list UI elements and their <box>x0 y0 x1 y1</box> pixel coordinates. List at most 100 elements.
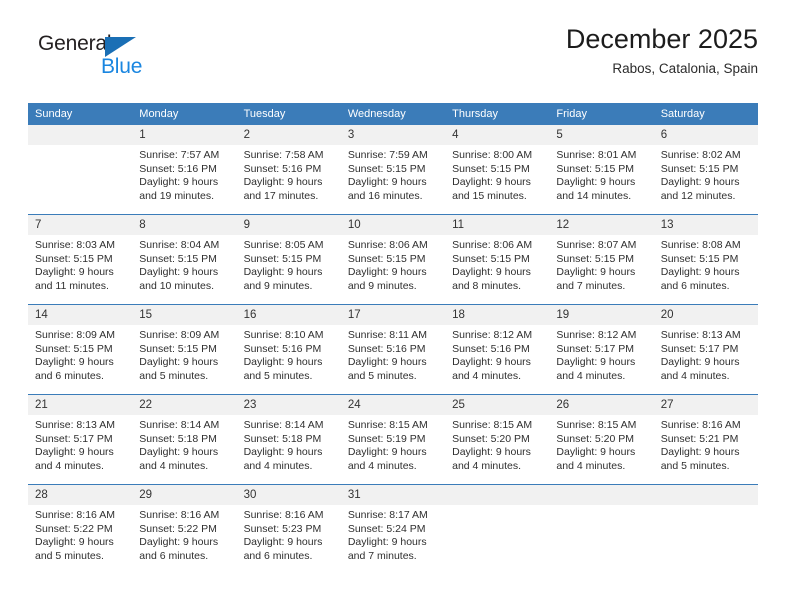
daylight-text-line2: and 5 minutes. <box>139 369 209 382</box>
day-details: Sunrise: 7:58 AM Sunset: 5:16 PM Daylight:… <box>237 145 341 203</box>
day-cell-inner: 11 Sunrise: 8:06 AM Sunset: 5:15 PM Dayligh… <box>445 215 550 304</box>
day-number: 30 <box>236 485 341 505</box>
calendar-day-cell[interactable]: 5 Sunrise: 8:01 AM Sunset: 5:15 PM Daylight… <box>549 125 654 215</box>
calendar-page: General Blue December 2025 Rabos, Catalo… <box>0 0 792 612</box>
calendar-day-cell[interactable]: 29 Sunrise: 8:16 AM Sunset: 5:22 PM Dayligh… <box>132 484 237 574</box>
calendar-day-cell[interactable]: 9 Sunrise: 8:05 AM Sunset: 5:15 PM Daylight… <box>236 214 341 305</box>
daylight-text-line1: Daylight: 9 hours <box>347 266 427 279</box>
calendar-day-cell[interactable]: 17 Sunrise: 8:11 AM Sunset: 5:16 PM Dayligh… <box>340 304 446 395</box>
calendar-day-cell[interactable]: 13 Sunrise: 8:08 AM Sunset: 5:15 PM Dayligh… <box>653 214 758 305</box>
calendar-day-cell[interactable]: 8 Sunrise: 8:04 AM Sunset: 5:15 PM Daylight… <box>132 214 237 305</box>
day-cell-inner: 28 Sunrise: 8:16 AM Sunset: 5:22 PM Dayligh… <box>28 485 133 574</box>
day-number: 3 <box>340 125 446 145</box>
day-cell-inner: 19 Sunrise: 8:12 AM Sunset: 5:17 PM Dayligh… <box>549 305 654 394</box>
day-cell-inner: 24 Sunrise: 8:15 AM Sunset: 5:19 PM Dayligh… <box>340 395 446 484</box>
daylight-text-line2: and 4 minutes. <box>243 459 313 472</box>
calendar-day-cell[interactable]: 28 Sunrise: 8:16 AM Sunset: 5:22 PM Dayligh… <box>28 484 133 574</box>
calendar-day-cell[interactable]: 6 Sunrise: 8:02 AM Sunset: 5:15 PM Daylight… <box>653 125 758 215</box>
calendar-day-cell[interactable]: 19 Sunrise: 8:12 AM Sunset: 5:17 PM Dayligh… <box>549 304 654 395</box>
sunset-text: Sunset: 5:15 PM <box>347 162 426 175</box>
sunset-text: Sunset: 5:20 PM <box>556 432 635 445</box>
calendar-day-cell <box>445 484 550 574</box>
day-number <box>653 485 758 505</box>
daylight-text-line2: and 10 minutes. <box>139 279 214 292</box>
sunrise-text: Sunrise: 8:10 AM <box>243 329 324 341</box>
calendar-day-cell[interactable]: 20 Sunrise: 8:13 AM Sunset: 5:17 PM Dayligh… <box>653 304 758 395</box>
day-cell-inner: 14 Sunrise: 8:09 AM Sunset: 5:15 PM Dayligh… <box>28 305 133 394</box>
calendar-day-cell[interactable]: 26 Sunrise: 8:15 AM Sunset: 5:20 PM Dayligh… <box>549 394 654 485</box>
sunset-text: Sunset: 5:15 PM <box>452 252 530 265</box>
generalblue-logo[interactable]: General Blue <box>38 32 218 88</box>
day-details: Sunrise: 8:09 AM Sunset: 5:15 PM Daylight:… <box>28 325 132 383</box>
day-number: 23 <box>236 395 341 415</box>
daylight-text-line1: Daylight: 9 hours <box>660 266 740 279</box>
sunset-text: Sunset: 5:19 PM <box>347 432 426 445</box>
sunrise-text: Sunrise: 8:09 AM <box>139 329 220 341</box>
daylight-text-line2: and 15 minutes. <box>452 189 527 202</box>
day-details: Sunrise: 8:16 AM Sunset: 5:21 PM Daylight:… <box>654 415 758 473</box>
calendar-day-cell[interactable]: 12 Sunrise: 8:07 AM Sunset: 5:15 PM Dayligh… <box>549 214 654 305</box>
sunrise-text: Sunrise: 8:12 AM <box>452 329 533 341</box>
day-number: 20 <box>653 305 758 325</box>
day-details: Sunrise: 8:13 AM Sunset: 5:17 PM Daylight:… <box>28 415 132 473</box>
calendar-day-cell[interactable]: 21 Sunrise: 8:13 AM Sunset: 5:17 PM Dayligh… <box>28 394 133 485</box>
day-cell-inner: 9 Sunrise: 8:05 AM Sunset: 5:15 PM Daylight… <box>236 215 341 304</box>
daylight-text-line1: Daylight: 9 hours <box>452 356 531 369</box>
day-number: 22 <box>132 395 237 415</box>
sunset-text: Sunset: 5:15 PM <box>452 162 530 175</box>
calendar-day-cell[interactable]: 15 Sunrise: 8:09 AM Sunset: 5:15 PM Dayligh… <box>132 304 237 395</box>
weekday-header-sunday: Sunday <box>28 103 133 125</box>
day-number: 1 <box>132 125 237 145</box>
calendar-day-cell[interactable]: 24 Sunrise: 8:15 AM Sunset: 5:19 PM Dayligh… <box>340 394 446 485</box>
daylight-text-line2: and 14 minutes. <box>556 189 632 202</box>
sunrise-text: Sunrise: 8:17 AM <box>347 509 428 521</box>
calendar-day-cell[interactable]: 11 Sunrise: 8:06 AM Sunset: 5:15 PM Dayligh… <box>445 214 550 305</box>
weekday-header-monday: Monday <box>132 103 237 125</box>
calendar-day-cell[interactable]: 4 Sunrise: 8:00 AM Sunset: 5:15 PM Daylight… <box>445 125 550 215</box>
calendar-day-cell[interactable]: 1 Sunrise: 7:57 AM Sunset: 5:16 PM Daylight… <box>132 125 237 215</box>
day-cell-inner: 21 Sunrise: 8:13 AM Sunset: 5:17 PM Dayligh… <box>28 395 133 484</box>
calendar-week-row: 21 Sunrise: 8:13 AM Sunset: 5:17 PM Dayligh… <box>28 394 758 485</box>
day-details: Sunrise: 7:59 AM Sunset: 5:15 PM Daylight:… <box>341 145 445 203</box>
weekday-header-wednesday: Wednesday <box>340 103 446 125</box>
calendar-day-cell[interactable]: 31 Sunrise: 8:17 AM Sunset: 5:24 PM Dayligh… <box>340 484 446 574</box>
day-cell-inner: 30 Sunrise: 8:16 AM Sunset: 5:23 PM Dayligh… <box>236 485 341 574</box>
day-number: 28 <box>28 485 133 505</box>
calendar-day-cell[interactable]: 16 Sunrise: 8:10 AM Sunset: 5:16 PM Dayligh… <box>236 304 341 395</box>
sunset-text: Sunset: 5:15 PM <box>556 162 635 175</box>
daylight-text-line2: and 4 minutes. <box>35 459 104 472</box>
calendar-day-cell[interactable]: 30 Sunrise: 8:16 AM Sunset: 5:23 PM Dayligh… <box>236 484 341 574</box>
day-cell-inner: 25 Sunrise: 8:15 AM Sunset: 5:20 PM Dayligh… <box>445 395 550 484</box>
day-cell-inner: 17 Sunrise: 8:11 AM Sunset: 5:16 PM Dayligh… <box>340 305 446 394</box>
day-details: Sunrise: 8:10 AM Sunset: 5:16 PM Daylight:… <box>237 325 341 383</box>
sunrise-text: Sunrise: 8:13 AM <box>660 329 741 341</box>
day-details: Sunrise: 8:16 AM Sunset: 5:23 PM Daylight:… <box>237 505 341 563</box>
calendar-week-row: 28 Sunrise: 8:16 AM Sunset: 5:22 PM Dayligh… <box>28 484 758 574</box>
daylight-text-line1: Daylight: 9 hours <box>243 266 323 279</box>
calendar-day-cell[interactable]: 10 Sunrise: 8:06 AM Sunset: 5:15 PM Dayligh… <box>340 214 446 305</box>
daylight-text-line1: Daylight: 9 hours <box>452 446 531 459</box>
calendar-day-cell[interactable]: 25 Sunrise: 8:15 AM Sunset: 5:20 PM Dayligh… <box>445 394 550 485</box>
day-cell-inner <box>28 125 133 214</box>
calendar-day-cell[interactable]: 2 Sunrise: 7:58 AM Sunset: 5:16 PM Daylight… <box>236 125 341 215</box>
day-cell-inner: 22 Sunrise: 8:14 AM Sunset: 5:18 PM Dayligh… <box>132 395 237 484</box>
daylight-text-line2: and 5 minutes. <box>243 369 313 382</box>
sunrise-text: Sunrise: 8:00 AM <box>452 149 533 161</box>
day-number: 24 <box>340 395 446 415</box>
day-details: Sunrise: 8:17 AM Sunset: 5:24 PM Daylight:… <box>341 505 445 563</box>
calendar-day-cell[interactable]: 27 Sunrise: 8:16 AM Sunset: 5:21 PM Dayligh… <box>653 394 758 485</box>
calendar-day-cell[interactable]: 7 Sunrise: 8:03 AM Sunset: 5:15 PM Daylight… <box>28 214 133 305</box>
calendar-day-cell[interactable]: 14 Sunrise: 8:09 AM Sunset: 5:15 PM Dayligh… <box>28 304 133 395</box>
calendar-day-cell[interactable]: 18 Sunrise: 8:12 AM Sunset: 5:16 PM Dayligh… <box>445 304 550 395</box>
day-cell-inner <box>549 485 654 574</box>
calendar-day-cell[interactable]: 22 Sunrise: 8:14 AM Sunset: 5:18 PM Dayligh… <box>132 394 237 485</box>
daylight-text-line1: Daylight: 9 hours <box>347 176 427 189</box>
daylight-text-line2: and 6 minutes. <box>243 549 313 562</box>
daylight-text-line1: Daylight: 9 hours <box>452 266 531 279</box>
sunrise-text: Sunrise: 7:59 AM <box>347 149 428 161</box>
sunrise-text: Sunrise: 8:16 AM <box>660 419 741 431</box>
calendar-day-cell[interactable]: 3 Sunrise: 7:59 AM Sunset: 5:15 PM Daylight… <box>340 125 446 215</box>
day-details: Sunrise: 8:03 AM Sunset: 5:15 PM Daylight:… <box>28 235 132 293</box>
calendar-day-cell[interactable]: 23 Sunrise: 8:14 AM Sunset: 5:18 PM Dayligh… <box>236 394 341 485</box>
day-details <box>445 505 549 509</box>
